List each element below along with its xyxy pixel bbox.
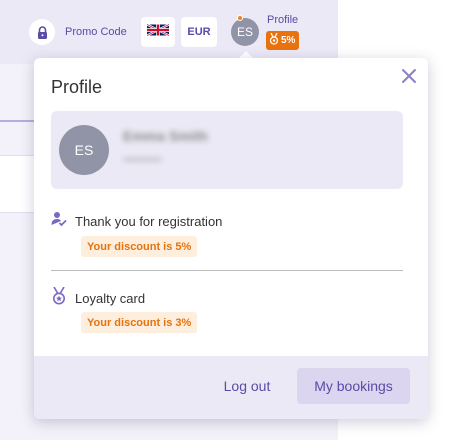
- background-card: [0, 155, 36, 213]
- profile-popup: Profile ES Emma Smith •••••••••• Thank y…: [34, 58, 428, 419]
- promo-code-button[interactable]: Promo Code: [29, 19, 127, 45]
- divider: [51, 270, 403, 271]
- medal-icon: [51, 286, 67, 310]
- currency-button[interactable]: EUR: [181, 17, 217, 47]
- close-icon[interactable]: [400, 67, 418, 85]
- language-button[interactable]: [141, 17, 175, 47]
- popup-title: Profile: [51, 77, 103, 97]
- promo-code-label: Promo Code: [65, 26, 127, 38]
- popup-footer: Log out My bookings: [34, 356, 428, 419]
- discount-badge-value: 5%: [281, 35, 296, 46]
- user-check-icon: [51, 211, 67, 232]
- discount-badge: 5%: [266, 31, 300, 50]
- discount-label: Your discount is 3%: [81, 312, 198, 333]
- discount-label: Your discount is 5%: [81, 236, 198, 257]
- user-name: Emma Smith: [123, 128, 208, 144]
- reward-text: Thank you for registration: [75, 214, 223, 229]
- notification-dot: [237, 15, 243, 21]
- user-subtitle: ••••••••••: [123, 154, 162, 166]
- my-bookings-button[interactable]: My bookings: [297, 368, 410, 404]
- uk-flag-icon: [146, 23, 170, 42]
- logout-button[interactable]: Log out: [214, 368, 280, 404]
- medal-icon: [269, 32, 279, 48]
- reward-loyalty: Loyalty card: [51, 286, 146, 310]
- header-profile-link[interactable]: Profile: [267, 14, 298, 26]
- lock-icon: [29, 19, 55, 45]
- user-card: ES Emma Smith ••••••••••: [51, 111, 403, 189]
- reward-text: Loyalty card: [75, 291, 146, 306]
- background-divider: [0, 120, 36, 122]
- header-avatar[interactable]: ES: [231, 18, 259, 46]
- reward-registration: Thank you for registration: [51, 211, 222, 232]
- avatar: ES: [59, 125, 109, 175]
